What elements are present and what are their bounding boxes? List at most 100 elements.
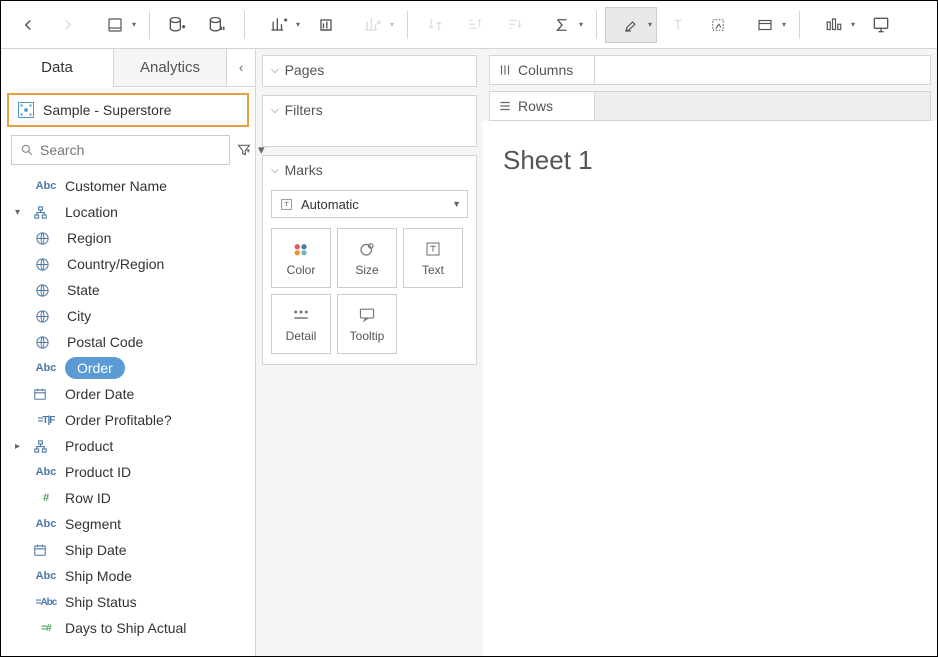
fields-menu-button[interactable]: ▾ — [258, 135, 265, 165]
field-country-region[interactable]: Country/Region — [5, 251, 251, 277]
chevron-down-icon: ⌵ — [271, 165, 279, 176]
field-location[interactable]: ▾Location — [5, 199, 251, 225]
field-ship-date[interactable]: Ship Date — [5, 537, 251, 563]
toolbar-separator — [799, 11, 800, 39]
search-input[interactable] — [40, 142, 221, 158]
field-label: Customer Name — [65, 178, 245, 194]
field-label: Country/Region — [67, 256, 245, 272]
toolbar-separator — [149, 11, 150, 39]
tab-analytics[interactable]: Analytics — [114, 49, 227, 86]
color-icon — [292, 239, 310, 259]
field-label: Ship Mode — [65, 568, 245, 584]
group-button[interactable] — [699, 7, 737, 43]
field-label: Order — [65, 357, 125, 379]
field-ship-mode[interactable]: AbcShip Mode — [5, 563, 251, 589]
field-product[interactable]: ▸Product — [5, 433, 251, 459]
field-label: Days to Ship Actual — [65, 620, 245, 636]
toolbar-separator — [407, 11, 408, 39]
marks-color-button[interactable]: Color — [271, 228, 331, 288]
collapse-pane-button[interactable]: ‹ — [227, 49, 255, 86]
new-worksheet-button[interactable]: ▾ — [253, 7, 305, 43]
duplicate-sheet-button[interactable] — [307, 7, 345, 43]
search-input-wrapper[interactable] — [11, 135, 230, 165]
field-row-id[interactable]: #Row ID — [5, 485, 251, 511]
new-datasource-button[interactable] — [158, 7, 196, 43]
sort-asc-button[interactable] — [456, 7, 494, 43]
tab-data[interactable]: Data — [1, 49, 114, 87]
rows-icon — [498, 99, 512, 113]
presentation-button[interactable] — [862, 7, 900, 43]
toolbar-separator — [596, 11, 597, 39]
field-label: Order Profitable? — [65, 412, 245, 428]
clear-sheet-button[interactable]: ▾ — [347, 7, 399, 43]
size-icon — [357, 239, 377, 259]
field-state[interactable]: State — [5, 277, 251, 303]
rows-drop-area[interactable] — [595, 91, 931, 121]
field-label: Row ID — [65, 490, 245, 506]
pause-data-button[interactable] — [198, 7, 236, 43]
filters-shelf[interactable]: ⌵ Filters — [262, 95, 477, 147]
rows-shelf[interactable]: Rows — [489, 91, 931, 121]
text-icon — [280, 198, 293, 211]
field-label: Product ID — [65, 464, 245, 480]
toolbar-separator — [244, 11, 245, 39]
field-city[interactable]: City — [5, 303, 251, 329]
marks-card: ⌵ Marks Automatic ▼ Color Size — [262, 155, 477, 365]
datasource-label: Sample - Superstore — [43, 102, 171, 118]
field-region[interactable]: Region — [5, 225, 251, 251]
text-label-button[interactable] — [659, 7, 697, 43]
field-label: City — [67, 308, 245, 324]
field-segment[interactable]: AbcSegment — [5, 511, 251, 537]
totals-button[interactable]: ▾ — [536, 7, 588, 43]
worksheet-canvas[interactable]: Sheet 1 — [489, 125, 931, 650]
fit-button[interactable]: ▾ — [739, 7, 791, 43]
pages-shelf[interactable]: ⌵ Pages — [262, 55, 477, 87]
cards-pane: ⌵ Pages ⌵ Filters ⌵ Marks Automatic ▼ Color — [256, 49, 483, 656]
datasource-item[interactable]: Sample - Superstore — [7, 93, 249, 127]
field-ship-status[interactable]: =AbcShip Status — [5, 589, 251, 615]
field-label: Ship Status — [65, 594, 245, 610]
detail-icon — [292, 305, 310, 325]
field-label: Order Date — [65, 386, 245, 402]
view-pane: Columns Rows Sheet 1 — [483, 49, 937, 656]
marks-tooltip-button[interactable]: Tooltip — [337, 294, 397, 354]
field-postal-code[interactable]: Postal Code — [5, 329, 251, 355]
left-tabs: Data Analytics ‹ — [1, 49, 255, 87]
back-button[interactable] — [9, 7, 47, 43]
pages-label: Pages — [285, 62, 325, 78]
filters-label: Filters — [285, 102, 323, 118]
mark-type-dropdown[interactable]: Automatic ▼ — [271, 190, 468, 218]
sheet-title[interactable]: Sheet 1 — [503, 145, 917, 176]
field-order-profitable-[interactable]: =T|FOrder Profitable? — [5, 407, 251, 433]
field-product-id[interactable]: AbcProduct ID — [5, 459, 251, 485]
show-me-button[interactable]: ▾ — [808, 7, 860, 43]
chevron-down-icon: ⌵ — [271, 105, 279, 116]
text-icon — [425, 239, 441, 259]
swap-button[interactable] — [416, 7, 454, 43]
field-customer-name[interactable]: AbcCustomer Name — [5, 173, 251, 199]
forward-button[interactable] — [49, 7, 87, 43]
highlight-button[interactable]: ▾ — [605, 7, 657, 43]
field-label: Segment — [65, 516, 245, 532]
sort-desc-button[interactable] — [496, 7, 534, 43]
datasource-icon — [17, 101, 35, 119]
field-label: Ship Date — [65, 542, 245, 558]
field-days-to-ship-actual[interactable]: =#Days to Ship Actual — [5, 615, 251, 641]
tooltip-icon — [358, 305, 376, 325]
field-label: Product — [65, 438, 245, 454]
columns-drop-area[interactable] — [595, 55, 931, 85]
chevron-down-icon: ⌵ — [271, 65, 279, 76]
marks-label: Marks — [285, 162, 323, 178]
marks-text-button[interactable]: Text — [403, 228, 463, 288]
field-order[interactable]: AbcOrder — [5, 355, 251, 381]
filter-fields-button[interactable]: ▾ — [236, 135, 252, 165]
field-label: Region — [67, 230, 245, 246]
top-toolbar: ▾ ▾ ▾ ▾ ▾ ▾ ▾ — [1, 1, 937, 49]
field-label: State — [67, 282, 245, 298]
save-button[interactable]: ▾ — [89, 7, 141, 43]
fields-tree: AbcCustomer Name▾Location Region Country/R… — [1, 173, 255, 656]
columns-shelf[interactable]: Columns — [489, 55, 931, 85]
field-order-date[interactable]: Order Date — [5, 381, 251, 407]
marks-detail-button[interactable]: Detail — [271, 294, 331, 354]
marks-size-button[interactable]: Size — [337, 228, 397, 288]
